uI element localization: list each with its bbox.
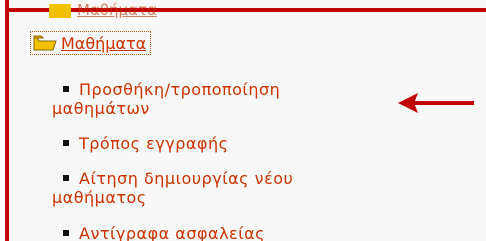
cropped-section-label: Μαθήματα [77,1,157,18]
menu-item-label: Τρόπος εγγραφής [79,134,229,153]
menu-item-request-new-course[interactable]: Αίτηση δημιουργίας νέου μαθήματος [52,169,443,207]
folder-open-icon [33,35,57,51]
cropped-previous-section: Μαθήματα [49,0,209,18]
menu-item-label-continued: μαθήματος [52,188,147,207]
menu-item-label: Αίτηση δημιουργίας νέου [79,169,294,188]
menu-item-backups[interactable]: Αντίγραφα ασφαλείας [63,224,443,241]
square-bullet-icon [63,85,69,92]
menu-content: Μαθήματα Μαθήματα Προσθήκη/τροποποίηση μ… [9,1,486,241]
square-bullet-icon [63,139,69,146]
square-bullet-icon [63,229,69,236]
section-courses-label: Μαθήματα [61,33,147,53]
square-bullet-icon [63,174,69,181]
menu-item-label: Αντίγραφα ασφαλείας [79,224,266,241]
red-arrow-icon [398,93,474,113]
menu-item-label-continued: μαθημάτων [52,99,150,118]
menu-item-registration-method[interactable]: Τρόπος εγγραφής [63,134,443,153]
admin-menu-panel: Μαθήματα Μαθήματα Προσθήκη/τροποποίηση μ… [0,0,486,241]
folder-icon [49,4,71,18]
menu-item-label: Προσθήκη/τροποποίηση [79,80,281,99]
section-courses[interactable]: Μαθήματα [30,31,152,55]
menu-item-add-edit-courses[interactable]: Προσθήκη/τροποποίηση μαθημάτων [52,80,443,118]
